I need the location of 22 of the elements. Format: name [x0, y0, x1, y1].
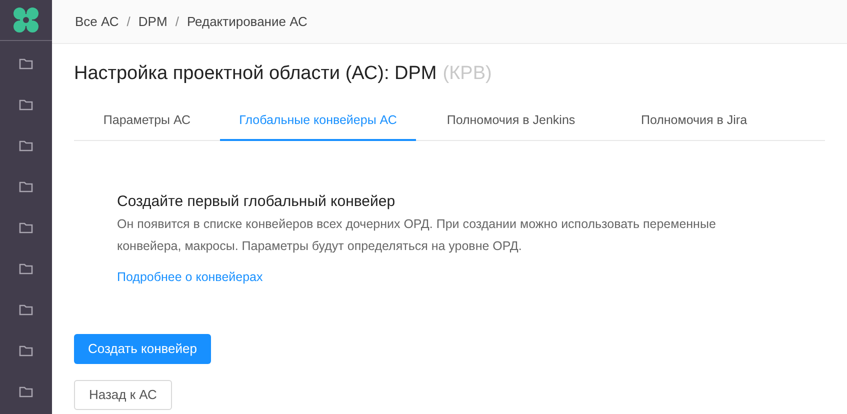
- folder-icon[interactable]: [19, 58, 33, 70]
- tab[interactable]: Полномочия в Jira: [606, 102, 782, 140]
- back-button[interactable]: Назад к АС: [74, 380, 172, 410]
- folder-icon[interactable]: [19, 386, 33, 398]
- folder-icon[interactable]: [19, 344, 33, 356]
- breadcrumb-current: Редактирование АС: [186, 12, 308, 31]
- page-title: Настройка проектной области (АС): DPM: [74, 62, 437, 86]
- breadcrumb-link[interactable]: Все АС: [75, 12, 119, 32]
- folder-icon[interactable]: [19, 222, 33, 234]
- tab[interactable]: Полномочия в Jenkins: [416, 102, 606, 140]
- tab[interactable]: Параметры АС: [74, 102, 220, 140]
- logo-icon: [13, 7, 39, 33]
- breadcrumb-separator: /: [175, 12, 179, 31]
- folder-icon[interactable]: [19, 180, 33, 192]
- empty-state-description: Он появится в списке конвейеров всех дочерних ОРД. При создании можно использовать переменные конвейера, макросы. Параметры будут определяться на уровне ОРД.: [117, 216, 717, 255]
- folder-icon[interactable]: [19, 98, 33, 110]
- breadcrumb-separator: /: [126, 12, 130, 31]
- breadcrumb-link[interactable]: DPM: [138, 12, 168, 32]
- empty-state-heading: Создайте первый глобальный конвейер: [117, 192, 396, 212]
- folder-icon[interactable]: [19, 262, 33, 274]
- folder-icon[interactable]: [19, 304, 33, 316]
- folder-icon[interactable]: [19, 140, 33, 152]
